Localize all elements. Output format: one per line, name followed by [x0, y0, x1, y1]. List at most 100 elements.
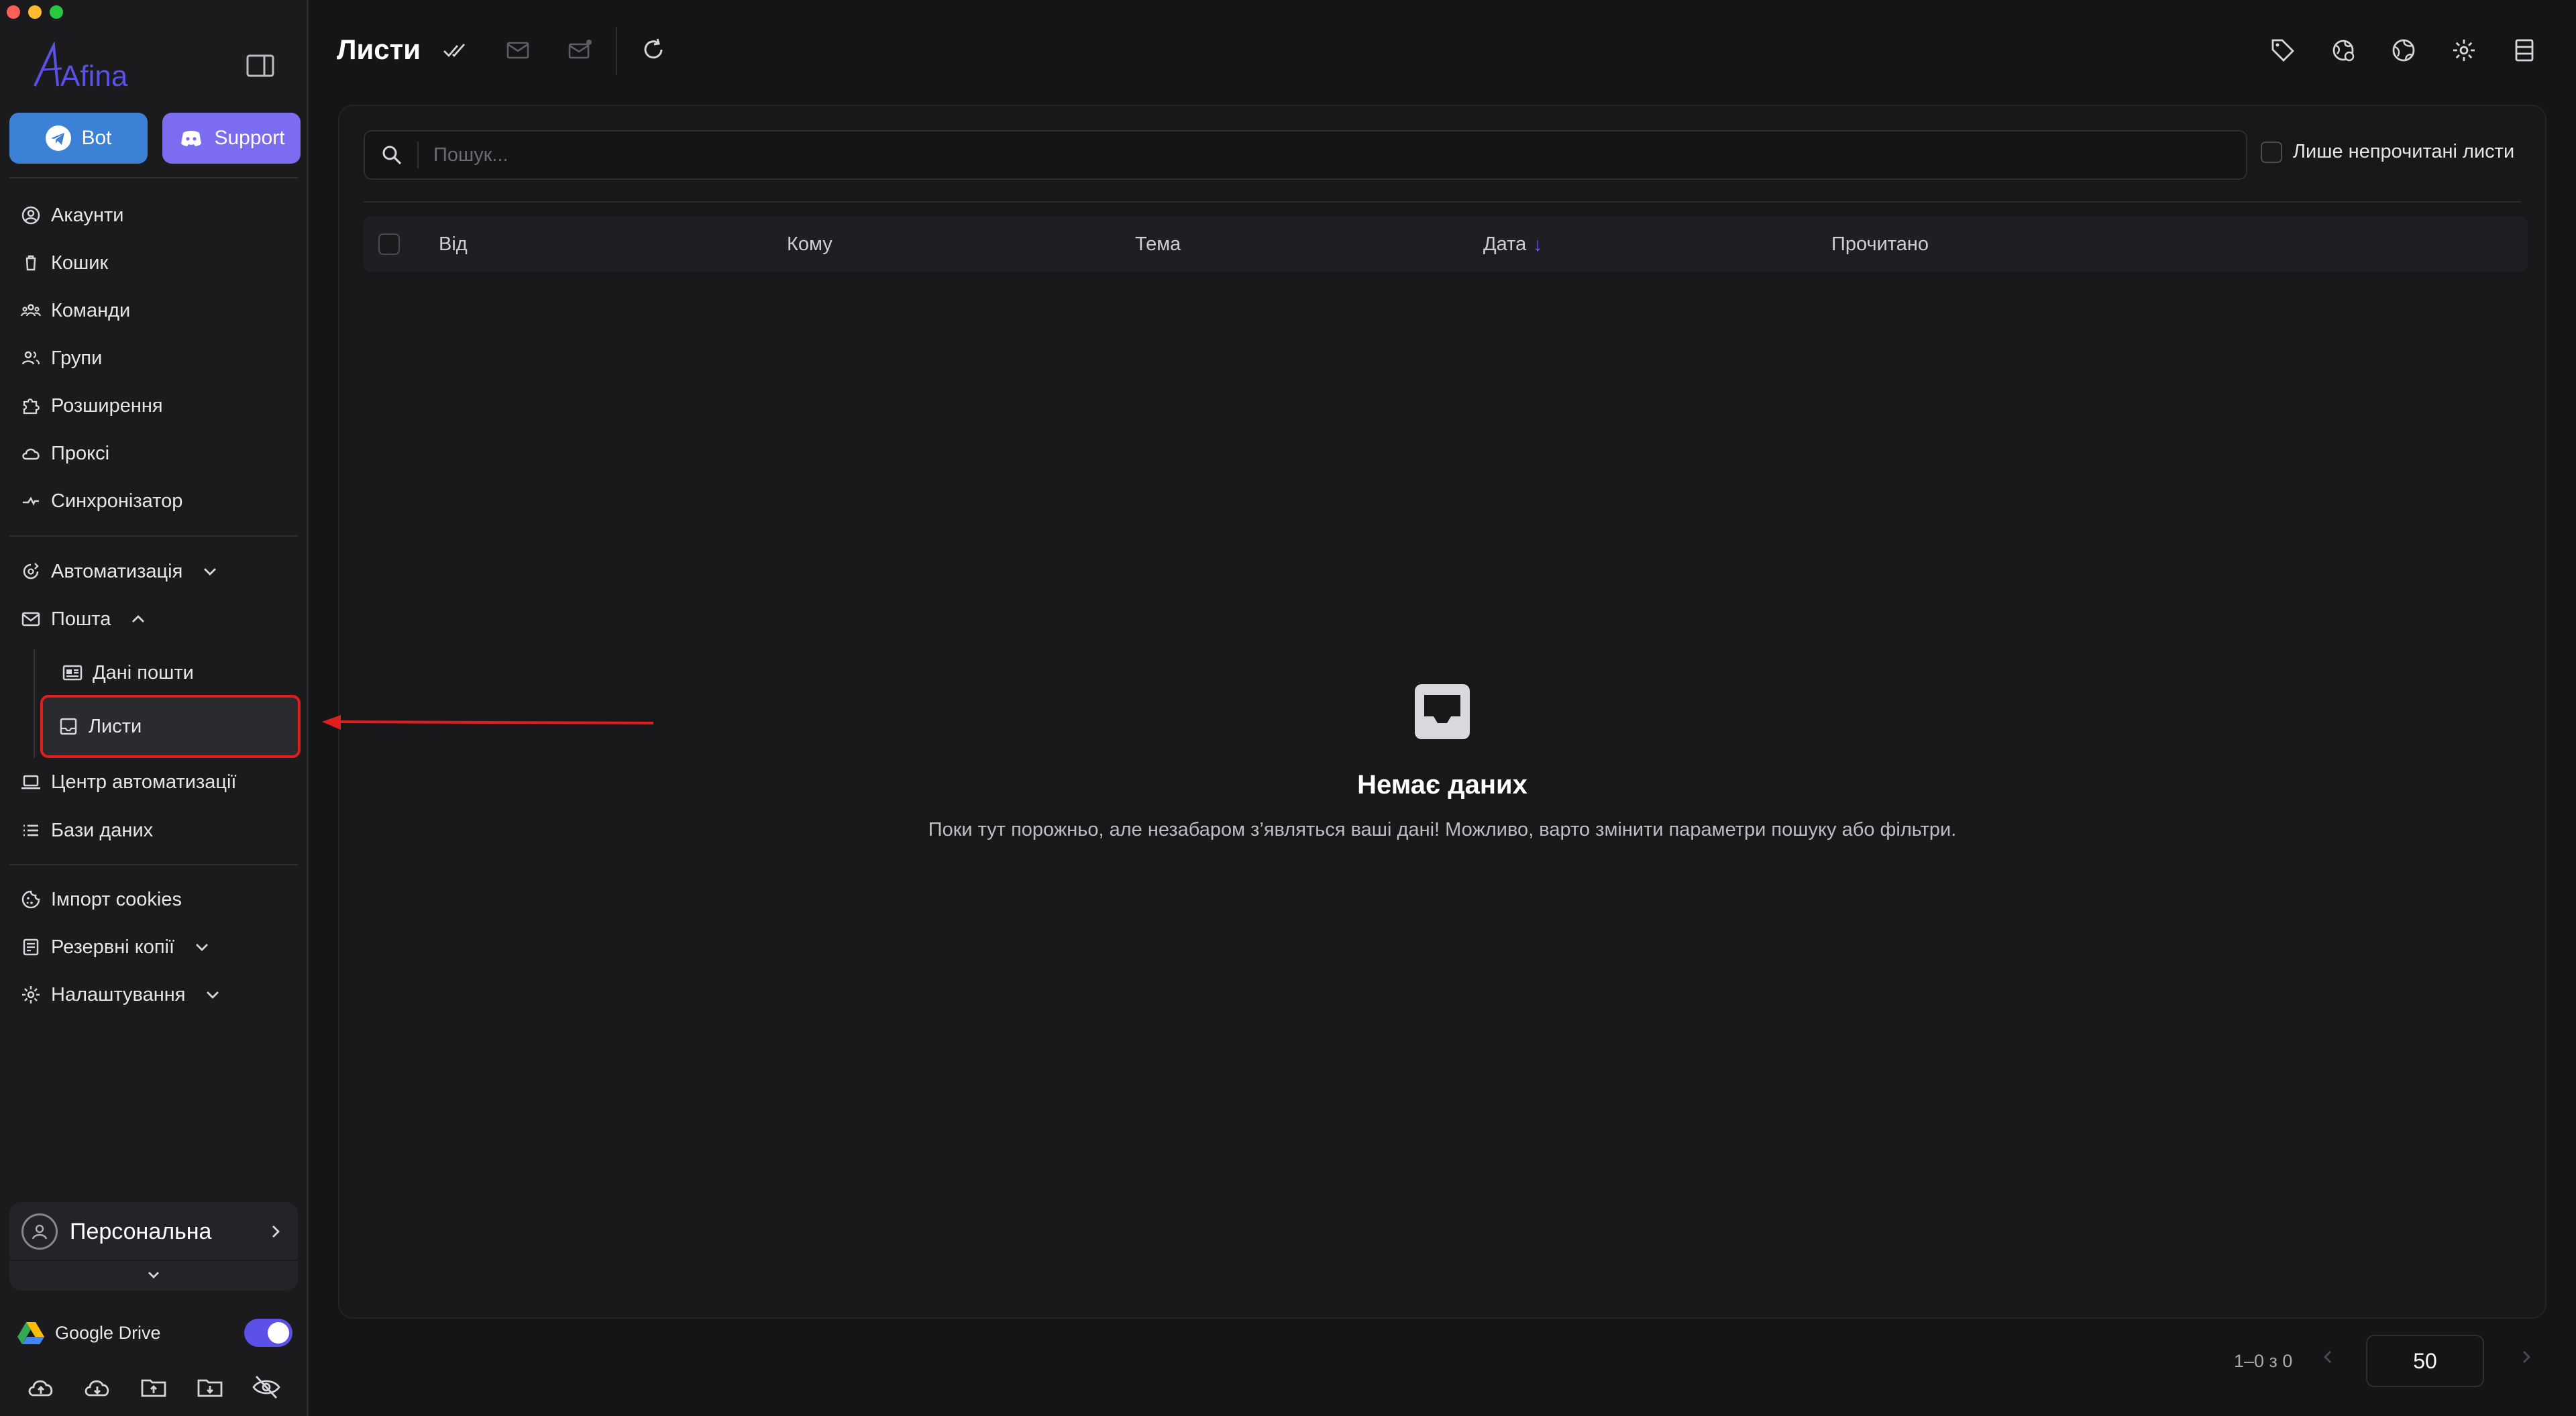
globe-sync-icon[interactable] [2329, 36, 2357, 64]
workspace-name: Персональна [70, 1218, 212, 1244]
inbox-empty-icon [1415, 684, 1470, 739]
settings-gear-icon[interactable] [2450, 36, 2478, 64]
inbox-icon [60, 718, 77, 735]
sort-desc-icon: ↓ [1533, 233, 1543, 255]
window-controls [7, 5, 63, 19]
puzzle-icon [23, 398, 40, 415]
person-icon [32, 1224, 48, 1240]
support-button[interactable]: Support [162, 113, 301, 164]
sidebar-item-automation[interactable]: Автоматизація [20, 553, 220, 590]
sidebar-item-automation-center[interactable]: Центр автоматизації [20, 763, 237, 801]
column-header-label: Кому [787, 233, 833, 255]
sidebar-divider [9, 535, 298, 537]
mark-unread-icon[interactable] [566, 36, 594, 64]
chevron-down-icon[interactable] [144, 1265, 164, 1285]
zoom-window-button[interactable] [50, 5, 63, 19]
id-card-icon [62, 665, 83, 681]
prev-page-icon[interactable] [2318, 1347, 2339, 1367]
sidebar-item-label: Синхронізатор [51, 490, 183, 512]
column-header-label: Тема [1135, 233, 1181, 255]
page-size-select[interactable]: 50 [2366, 1335, 2484, 1387]
team-icon [20, 304, 42, 317]
toolbar-divider [616, 27, 617, 75]
sidebar-item-label: Команди [51, 299, 131, 321]
sidebar-divider [9, 177, 298, 178]
mail-icon [21, 612, 40, 627]
trash-icon [25, 255, 36, 271]
sidebar-item-extensions[interactable]: Розширення [20, 387, 163, 425]
unread-only-checkbox[interactable] [2261, 141, 2282, 163]
sidebar-item-groups[interactable]: Групи [20, 339, 102, 377]
sidebar-item-label: Акаунти [51, 204, 124, 226]
cloud-icon [22, 448, 40, 460]
bot-button[interactable]: Bot [9, 113, 148, 164]
cloud-download-icon[interactable] [82, 1374, 113, 1401]
sidebar-item-synchronizer[interactable]: Синхронізатор [20, 482, 182, 520]
workspace-row[interactable]: Персональна [21, 1211, 286, 1252]
workspace-divider [9, 1260, 298, 1261]
empty-state-description: Поки тут порожньо, але незабаром з’являт… [928, 819, 1957, 840]
sidebar-item-settings[interactable]: Налаштування [20, 976, 223, 1014]
sidebar-item-backups[interactable]: Резервні копії [20, 928, 212, 966]
folder-download-icon[interactable] [195, 1374, 225, 1401]
sidebar-item-mail[interactable]: Пошта [20, 600, 148, 638]
sidebar-item-label: Проксі [51, 442, 110, 464]
column-header-date[interactable]: Дата ↓ [1483, 233, 1542, 256]
sidebar-item-proxy[interactable]: Проксі [20, 435, 109, 472]
sidebar-divider [9, 864, 298, 865]
mark-read-icon[interactable] [504, 36, 533, 64]
sidebar-item-label: Резервні копії [51, 936, 175, 958]
sidebar-item-label: Розширення [51, 394, 163, 417]
cloud-upload-icon[interactable] [25, 1374, 56, 1401]
minimize-window-button[interactable] [28, 5, 42, 19]
card-divider [364, 201, 2521, 203]
refresh-icon[interactable] [640, 36, 668, 64]
letters-panel: Лише непрочитані листи Від Кому Тема Дат… [338, 105, 2546, 1319]
select-all-checkbox[interactable] [378, 233, 400, 255]
chevron-up-icon [132, 615, 145, 622]
google-drive-toggle[interactable] [244, 1319, 292, 1347]
sidebar-item-label: Пошта [51, 608, 111, 630]
sidebar-bottom-toolbar [25, 1374, 282, 1401]
layout-icon[interactable] [2510, 36, 2538, 64]
workspace-switcher[interactable]: Персональна [9, 1202, 298, 1291]
sidebar-toggle-icon[interactable] [246, 54, 275, 78]
pagination-range: 1–0 з 0 [2234, 1351, 2293, 1371]
column-header-read[interactable]: Прочитано [1831, 233, 1929, 256]
backup-icon [23, 938, 39, 956]
header: Листи [310, 0, 2576, 101]
folder-upload-icon[interactable] [138, 1374, 169, 1401]
close-window-button[interactable] [7, 5, 20, 19]
sidebar-item-mail-data[interactable]: Дані пошти [47, 644, 297, 702]
annotation-arrow [322, 715, 653, 730]
cookie-icon [21, 890, 40, 909]
sidebar-item-import-cookies[interactable]: Імпорт cookies [20, 881, 182, 918]
sidebar-item-teams[interactable]: Команди [20, 292, 130, 329]
mark-all-read-icon[interactable] [441, 36, 470, 64]
top-buttons: Bot Support [9, 113, 301, 164]
sidebar-item-letters[interactable]: Листи [40, 695, 301, 758]
tag-icon[interactable] [2269, 36, 2297, 64]
afina-logo: Afina [34, 42, 128, 93]
sidebar-item-accounts[interactable]: Акаунти [20, 197, 123, 234]
app-window: Afina Bot Support Акаунти Кошик Команди … [0, 0, 2576, 1416]
next-page-icon[interactable] [2516, 1347, 2536, 1367]
submenu-line [34, 649, 35, 758]
column-header-to[interactable]: Кому [787, 233, 833, 256]
globe-icon[interactable] [2390, 36, 2418, 64]
search-input[interactable] [433, 144, 2110, 166]
eye-off-icon[interactable] [251, 1374, 282, 1401]
users-group-icon [21, 351, 40, 365]
column-header-subject[interactable]: Тема [1135, 233, 1181, 256]
app-logo: Afina [31, 42, 131, 93]
google-drive-icon [17, 1322, 44, 1344]
user-circle-icon [21, 206, 40, 225]
unread-only-filter[interactable]: Лише непрочитані листи [2261, 141, 2514, 163]
sidebar-item-label: Листи [89, 715, 142, 737]
sidebar-item-databases[interactable]: Бази даних [20, 812, 153, 849]
sidebar-item-label: Центр автоматизації [51, 771, 237, 793]
column-header-label: Прочитано [1831, 233, 1929, 255]
sidebar-item-trash[interactable]: Кошик [20, 244, 108, 282]
column-header-from[interactable]: Від [439, 233, 468, 256]
chevron-down-icon [196, 944, 209, 951]
